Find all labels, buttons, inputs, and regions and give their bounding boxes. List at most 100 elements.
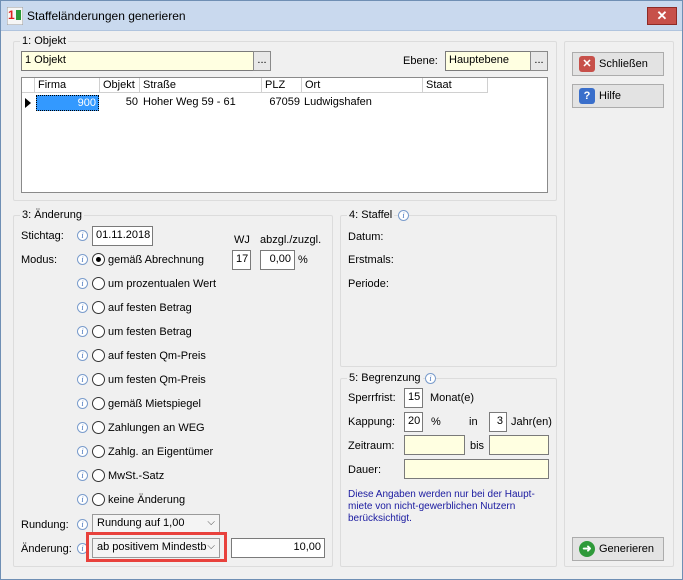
schliessen-label: Schließen [599,58,648,70]
cell-ort[interactable]: Ludwigshafen [304,95,422,111]
modus-radio[interactable] [92,349,105,362]
rundung-label: Rundung: [21,519,69,531]
dauer-input[interactable] [404,459,549,479]
abzgl-input[interactable]: 0,00 [260,250,295,270]
close-window-button[interactable]: ✕ [647,7,677,25]
zeitraum-label: Zeitraum: [348,440,395,452]
modus-info-icon[interactable]: i [77,494,88,505]
modus-option-label[interactable]: Zahlg. an Eigentümer [108,446,213,458]
jahre-label: Jahr(en) [511,416,552,428]
modus-option-label[interactable]: Zahlungen an WEG [108,422,205,434]
objekt-field[interactable]: 1 Objekt [21,51,254,71]
modus-radio[interactable] [92,373,105,386]
sperrfrist-input[interactable]: 15 [404,388,423,408]
wj-input[interactable]: 17 [232,250,251,270]
aenderung-select[interactable]: ab positivem Mindestb ⌵ [92,538,220,558]
column-header-objekt[interactable]: Objekt [100,78,140,93]
aenderung-label: Änderung: [21,543,72,555]
zeitraum-to-input[interactable] [489,435,549,455]
objekt-browse-button[interactable]: ... [253,51,271,71]
modus-radio[interactable] [92,325,105,338]
modus-info-icon[interactable]: i [77,350,88,361]
modus-label: Modus: [21,254,58,266]
stichtag-info-icon[interactable]: i [77,230,88,241]
modus-radio[interactable] [92,469,105,482]
app-icon: 1 [7,7,23,25]
objekt-table[interactable]: Firma Objekt Straße PLZ Ort Staat 900 50… [21,77,548,193]
begrenzung-group-title: 5: Begrenzung [347,372,423,384]
aenderung-value-input[interactable]: 10,00 [231,538,325,558]
column-header-staat[interactable]: Staat [423,78,488,93]
modus-option-label[interactable]: gemäß Mietspiegel [108,398,201,410]
modus-info-icon[interactable]: i [77,326,88,337]
close-icon: ✕ [579,56,595,72]
rundung-select[interactable]: Rundung auf 1,00 ⌵ [92,514,220,534]
modus-radio[interactable] [92,493,105,506]
modus-info-icon[interactable]: i [77,278,88,289]
modus-info-icon[interactable]: i [77,302,88,313]
hilfe-button[interactable]: ? Hilfe [572,84,664,108]
monate-label: Monat(e) [430,392,475,404]
modus-radio[interactable] [92,253,105,266]
bis-label: bis [470,440,485,452]
modus-radio[interactable] [92,421,105,434]
modus-info-icon[interactable]: i [77,254,88,265]
objekt-group-title: 1: Objekt [20,35,69,47]
modus-option-label[interactable]: auf festen Betrag [108,302,192,314]
begrenzung-note: Diese Angaben werden nur bei der Haupt-m… [348,489,535,524]
title-bar: 1 Staffeländerungen generieren ✕ [1,1,682,31]
modus-option-label[interactable]: um prozentualen Wert [108,278,216,290]
ebene-browse-button[interactable]: ... [530,51,548,71]
hilfe-label: Hilfe [599,90,622,102]
kappung-label: Kappung: [348,416,396,428]
chevron-down-icon: ⌵ [207,517,215,528]
column-header-firma[interactable]: Firma [35,78,100,93]
column-header-ort[interactable]: Ort [302,78,423,93]
column-header-plz[interactable]: PLZ [262,78,302,93]
modus-option-label[interactable]: gemäß Abrechnung [108,254,204,266]
modus-radio[interactable] [92,277,105,290]
dauer-label: Dauer: [348,464,382,476]
cell-strasse[interactable]: Hoher Weg 59 - 61 [143,95,261,111]
modus-info-icon[interactable]: i [77,374,88,385]
ebene-field[interactable]: Hauptebene [445,51,531,71]
cell-firma[interactable]: 900 [36,95,99,111]
modus-option-label[interactable]: um festen Betrag [108,326,192,338]
zeitraum-from-input[interactable] [404,435,465,455]
modus-info-icon[interactable]: i [77,398,88,409]
stichtag-input[interactable]: 01.11.2018 [92,226,153,246]
staffel-info-icon[interactable]: i [398,210,409,221]
in-label: in [469,416,478,428]
modus-info-icon[interactable]: i [77,470,88,481]
cell-staat[interactable] [425,95,485,111]
modus-radio[interactable] [92,445,105,458]
cell-plz[interactable]: 67059 [262,95,300,111]
table-header-indicator [22,78,35,93]
datum-label: Datum: [348,231,384,243]
modus-option-label[interactable]: auf festen Qm-Preis [108,350,206,362]
begrenzung-info-icon[interactable]: i [425,373,436,384]
aenderung-select-value: ab positivem Mindestb [97,541,207,553]
modus-radio[interactable] [92,397,105,410]
kappung-input[interactable]: 20 [404,412,423,432]
modus-radio[interactable] [92,301,105,314]
generieren-button[interactable]: ➜ Generieren [572,537,664,561]
modus-option-label[interactable]: um festen Qm-Preis [108,374,206,386]
aenderung-group-title: 3: Änderung [20,209,84,221]
button-panel [564,41,674,567]
abzgl-percent-label: % [298,254,308,266]
jahre-input[interactable]: 3 [489,412,507,432]
arrow-right-icon: ➜ [579,541,595,557]
cell-objekt[interactable]: 50 [100,95,138,111]
modus-info-icon[interactable]: i [77,422,88,433]
svg-text:1: 1 [8,8,15,22]
stichtag-label: Stichtag: [21,230,64,242]
schliessen-button[interactable]: ✕ Schließen [572,52,664,76]
modus-option-label[interactable]: keine Änderung [108,494,185,506]
modus-info-icon[interactable]: i [77,446,88,457]
modus-option-label[interactable]: MwSt.-Satz [108,470,164,482]
abzgl-label: abzgl./zuzgl. [260,234,322,246]
column-header-strasse[interactable]: Straße [140,78,262,93]
erstmals-label: Erstmals: [348,254,394,266]
rundung-info-icon[interactable]: i [77,519,88,530]
